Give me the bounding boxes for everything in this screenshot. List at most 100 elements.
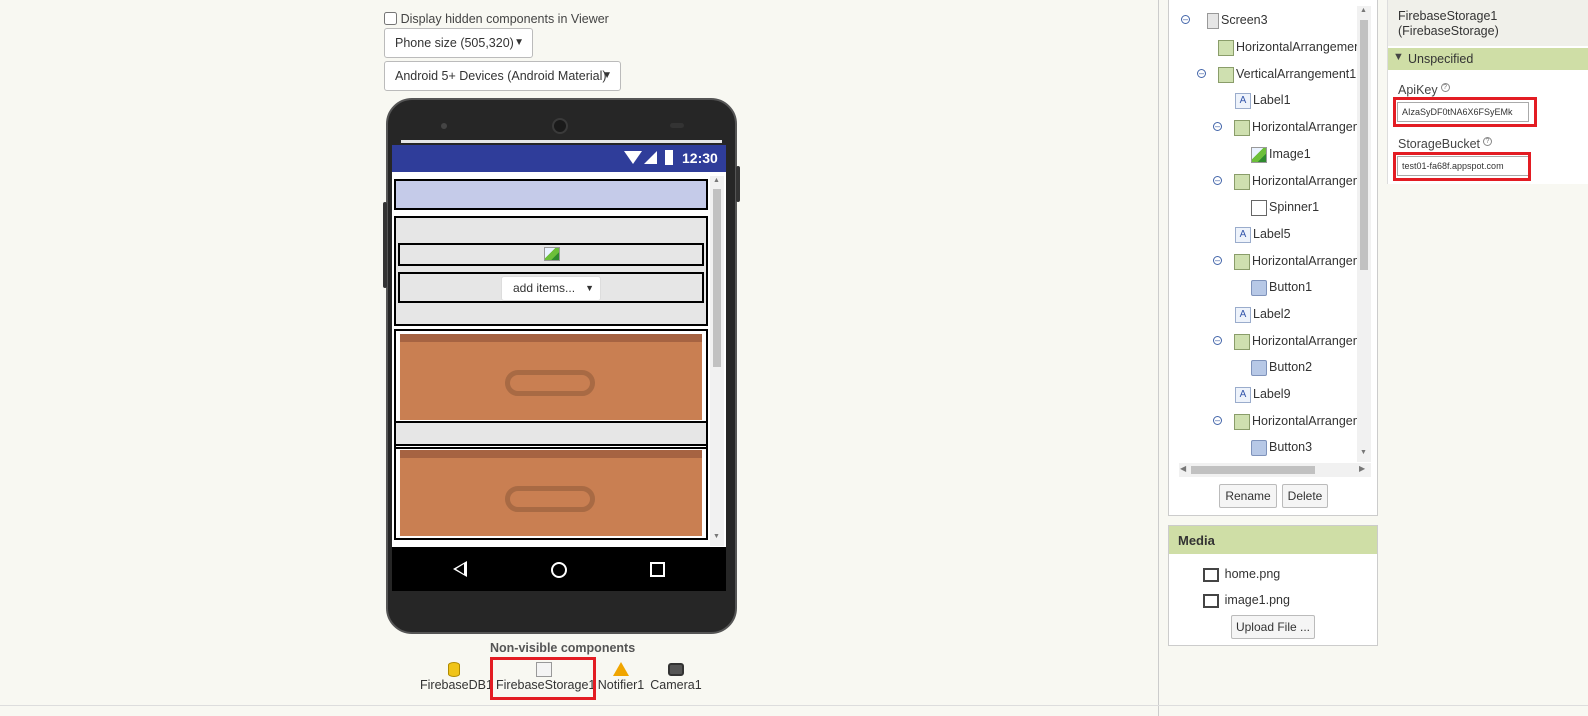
nonvisible-item-firebasedb[interactable]: FirebaseDB1 bbox=[420, 662, 493, 692]
rename-button[interactable]: Rename bbox=[1219, 484, 1277, 508]
device-theme-value: Android 5+ Devices (Android Material) bbox=[395, 69, 607, 83]
properties-panel: FirebaseStorage1 (FirebaseStorage) ▼ Uns… bbox=[1387, 0, 1588, 184]
image-file-icon bbox=[1203, 567, 1219, 582]
battery-icon bbox=[665, 150, 673, 165]
screen-icon bbox=[1207, 12, 1219, 29]
spinner-dropdown[interactable]: add items... ▼ bbox=[501, 276, 601, 301]
button-1[interactable] bbox=[400, 334, 702, 420]
bottom-divider bbox=[0, 705, 1588, 706]
tree-item[interactable]: A Label1 bbox=[1235, 90, 1291, 110]
status-time: 12:30 bbox=[682, 150, 718, 166]
spinner-label: add items... bbox=[513, 281, 576, 295]
button-2[interactable] bbox=[400, 450, 702, 536]
help-icon[interactable]: ? bbox=[1440, 83, 1450, 92]
tree-vertical-scrollbar[interactable]: ▲ ▼ bbox=[1357, 6, 1371, 462]
navigation-bar bbox=[392, 547, 726, 591]
phone-sensor bbox=[670, 123, 684, 128]
scroll-up-icon[interactable]: ▲ bbox=[713, 177, 720, 184]
tree-item-screen3[interactable]: – Screen3 bbox=[1181, 10, 1268, 30]
tree-item[interactable]: –HorizontalArrangement5 bbox=[1213, 331, 1357, 351]
collapse-icon[interactable]: – bbox=[1181, 15, 1190, 24]
tree-item[interactable]: –HorizontalArrangement3 bbox=[1213, 171, 1357, 191]
collapse-icon[interactable]: – bbox=[1197, 69, 1206, 78]
collapse-icon[interactable]: – bbox=[1213, 336, 1222, 345]
label-icon: A bbox=[1235, 386, 1251, 403]
highlight-firebasestorage bbox=[490, 657, 596, 700]
hidden-components-checkbox-row[interactable]: Display hidden components in Viewer bbox=[384, 11, 609, 29]
camera-icon bbox=[668, 663, 684, 676]
scroll-up-icon[interactable]: ▲ bbox=[1360, 7, 1367, 14]
tree-item[interactable]: Spinner1 bbox=[1251, 197, 1319, 217]
horizontal-arrangement-icon bbox=[1234, 173, 1250, 190]
horizontal-arrangement-2[interactable] bbox=[398, 243, 704, 266]
help-icon[interactable]: ? bbox=[1483, 137, 1492, 146]
viewer-scrollbar[interactable]: ▲ ▼ bbox=[710, 176, 724, 546]
tree-item[interactable]: A Label9 bbox=[1235, 384, 1291, 404]
phone-size-select[interactable]: Phone size (505,320) ▼ bbox=[384, 28, 533, 58]
scroll-thumb[interactable] bbox=[1191, 466, 1315, 474]
tree-item[interactable]: –HorizontalArrangement6 bbox=[1213, 411, 1357, 431]
tree-item[interactable]: –HorizontalArrangement4 bbox=[1213, 251, 1357, 271]
hidden-components-checkbox[interactable] bbox=[384, 12, 397, 25]
apikey-label-row: ApiKey? bbox=[1398, 83, 1450, 97]
media-file[interactable]: home.png bbox=[1203, 566, 1280, 582]
recents-icon[interactable] bbox=[650, 562, 665, 577]
vertical-arrangement-1[interactable]: add items... ▼ bbox=[394, 216, 708, 326]
hidden-components-label: Display hidden components in Viewer bbox=[400, 12, 609, 26]
tree-item[interactable]: A Label2 bbox=[1235, 304, 1291, 324]
scroll-right-icon[interactable]: ▶ bbox=[1359, 464, 1365, 473]
device-theme-select[interactable]: Android 5+ Devices (Android Material) ▼ bbox=[384, 61, 621, 91]
bucket-label-row: StorageBucket? bbox=[1398, 137, 1492, 151]
horizontal-arrangement-3[interactable]: add items... ▼ bbox=[398, 272, 704, 303]
horizontal-arrangement-1[interactable] bbox=[394, 179, 708, 210]
tree-list: –Screen3 HorizontalArrangement1 –Vertica… bbox=[1169, 0, 1357, 462]
media-file[interactable]: image1.png bbox=[1203, 592, 1290, 608]
media-title: Media bbox=[1178, 533, 1215, 548]
nonvisible-item-camera[interactable]: Camera1 bbox=[650, 662, 702, 692]
button-icon bbox=[1251, 359, 1267, 376]
status-bar: 12:30 bbox=[392, 145, 726, 172]
tree-item[interactable]: HorizontalArrangement1 bbox=[1218, 37, 1357, 57]
vertical-arrangement-icon bbox=[1218, 66, 1234, 83]
scroll-thumb[interactable] bbox=[1360, 20, 1368, 270]
nonvisible-item-notifier[interactable]: Notifier1 bbox=[596, 662, 646, 692]
horizontal-arrangement-icon bbox=[1234, 333, 1250, 350]
bucket-label: StorageBucket bbox=[1398, 137, 1480, 151]
tree-horizontal-scrollbar[interactable]: ◀ ▶ bbox=[1179, 463, 1371, 477]
tree-item[interactable]: – VerticalArrangement1 bbox=[1197, 64, 1356, 84]
scroll-down-icon[interactable]: ▼ bbox=[1360, 449, 1367, 456]
section-label: Unspecified bbox=[1408, 52, 1474, 66]
scroll-left-icon[interactable]: ◀ bbox=[1180, 464, 1186, 473]
wifi-icon bbox=[624, 151, 642, 164]
panel-divider bbox=[1158, 0, 1159, 716]
upload-file-button[interactable]: Upload File ... bbox=[1231, 615, 1315, 639]
phone-size-value: Phone size (505,320) bbox=[395, 36, 514, 50]
home-icon[interactable] bbox=[551, 562, 567, 578]
collapse-icon[interactable]: – bbox=[1213, 416, 1222, 425]
nonvisible-label: Camera1 bbox=[650, 678, 702, 692]
section-unspecified[interactable]: ▼ Unspecified bbox=[1388, 48, 1588, 70]
warning-icon bbox=[613, 662, 629, 676]
label-9-bar bbox=[394, 421, 708, 446]
tree-item[interactable]: Button1 bbox=[1251, 277, 1312, 297]
bucket-highlight bbox=[1393, 152, 1531, 181]
horizontal-arrangement-icon bbox=[1234, 413, 1250, 430]
image-icon bbox=[544, 247, 560, 261]
phone-top-line bbox=[401, 140, 722, 143]
tree-item[interactable]: Image1 bbox=[1251, 144, 1311, 164]
tree-item[interactable]: A Label5 bbox=[1235, 224, 1291, 244]
collapse-icon[interactable]: – bbox=[1213, 176, 1222, 185]
tree-item[interactable]: Button2 bbox=[1251, 357, 1312, 377]
label-icon: A bbox=[1235, 92, 1251, 109]
delete-button[interactable]: Delete bbox=[1282, 484, 1328, 508]
button-icon bbox=[1251, 279, 1267, 296]
horizontal-arrangement-5[interactable] bbox=[394, 447, 708, 540]
tree-item[interactable]: Button3 bbox=[1251, 437, 1312, 457]
scroll-down-icon[interactable]: ▼ bbox=[713, 533, 720, 540]
back-icon-inner bbox=[456, 564, 464, 574]
tree-item[interactable]: –HorizontalArrangement2 bbox=[1213, 117, 1357, 137]
collapse-icon[interactable]: – bbox=[1213, 122, 1222, 131]
spinner-icon bbox=[1251, 199, 1267, 216]
collapse-icon[interactable]: – bbox=[1213, 256, 1222, 265]
scroll-thumb[interactable] bbox=[713, 189, 721, 367]
